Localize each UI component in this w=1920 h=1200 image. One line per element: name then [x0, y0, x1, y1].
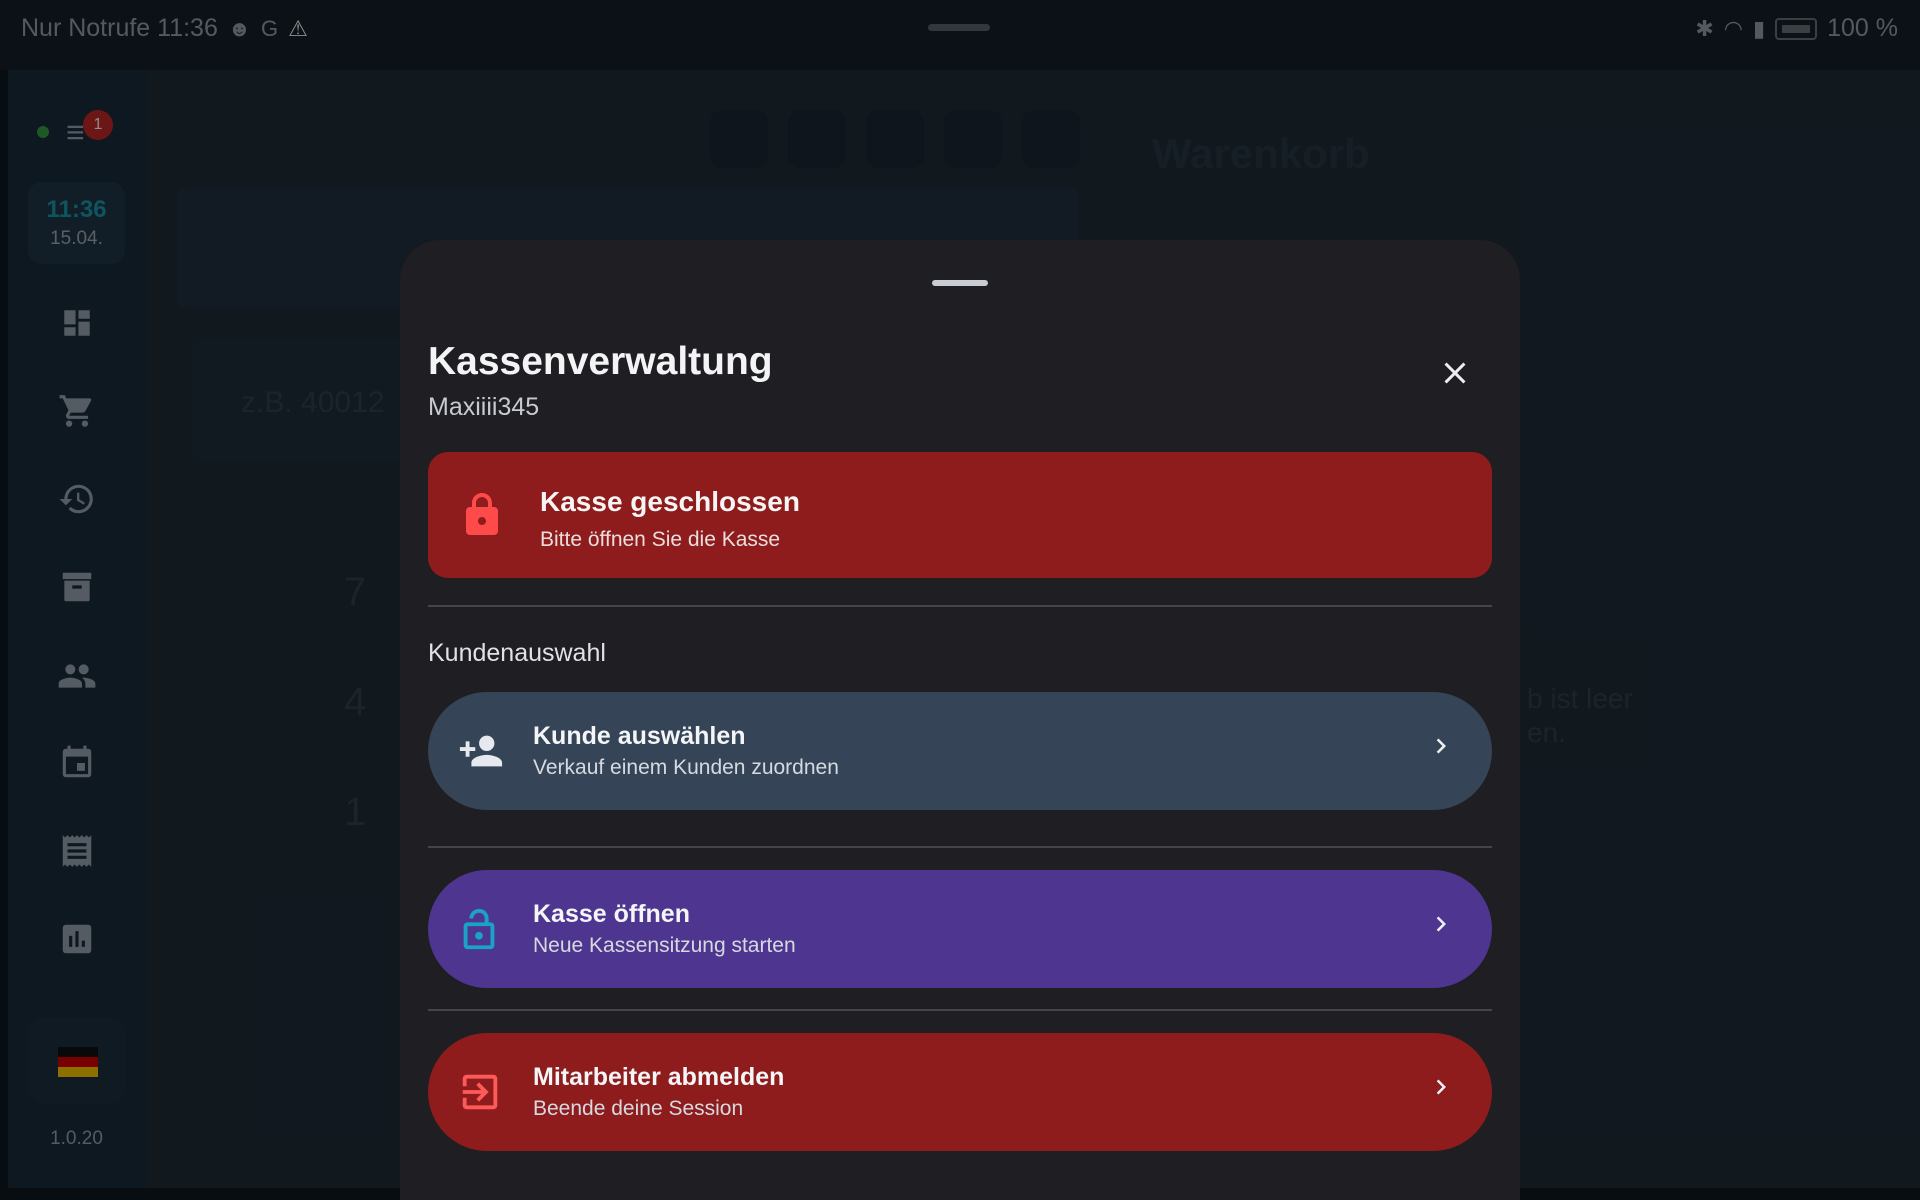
lock-icon: [458, 488, 506, 542]
action-text: Neue Kassensitzung starten: [533, 934, 796, 957]
action-heading: Mitarbeiter abmelden: [533, 1063, 785, 1091]
action-heading: Kunde auswählen: [533, 722, 746, 750]
action-text: Beende deine Session: [533, 1097, 744, 1120]
open-register-button[interactable]: Kasse öffnen Neue Kassensitzung starten: [428, 870, 1492, 988]
divider: [428, 605, 1492, 607]
status-text: Bitte öffnen Sie die Kasse: [540, 528, 781, 551]
add-person-icon: [456, 728, 506, 774]
action-text: Verkauf einem Kunden zuordnen: [533, 756, 839, 779]
close-icon[interactable]: [1430, 352, 1480, 402]
action-heading: Kasse öffnen: [533, 900, 690, 928]
sheet-drag-handle[interactable]: [932, 280, 988, 286]
select-customer-button[interactable]: Kunde auswählen Verkauf einem Kunden zuo…: [428, 692, 1492, 810]
chevron-right-icon: [1426, 908, 1456, 948]
sheet-subtitle: Maxiiii345: [428, 393, 540, 421]
register-management-sheet: Kassenverwaltung Maxiiii345 Kasse geschl…: [400, 240, 1520, 1200]
divider: [428, 1009, 1492, 1011]
chevron-right-icon: [1426, 1071, 1456, 1111]
divider: [428, 846, 1492, 848]
logout-employee-button[interactable]: Mitarbeiter abmelden Beende deine Sessio…: [428, 1033, 1492, 1151]
sheet-title: Kassenverwaltung: [428, 340, 773, 383]
section-label: Kundenauswahl: [428, 639, 606, 667]
register-status-card: Kasse geschlossen Bitte öffnen Sie die K…: [428, 452, 1492, 578]
unlock-icon: [456, 906, 506, 952]
logout-icon: [456, 1069, 506, 1115]
chevron-right-icon: [1426, 730, 1456, 770]
status-heading: Kasse geschlossen: [540, 486, 800, 517]
